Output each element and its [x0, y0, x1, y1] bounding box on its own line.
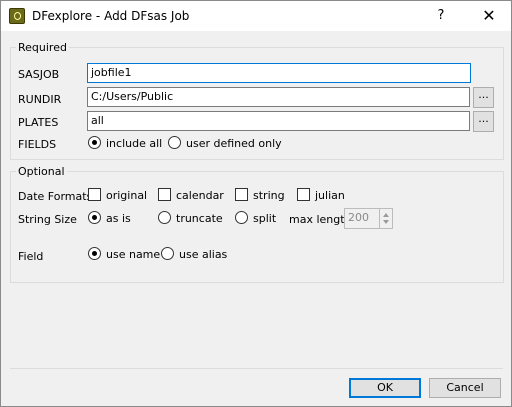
footer-separator: [10, 368, 503, 369]
cancel-button[interactable]: Cancel: [429, 378, 501, 398]
spin-down-icon[interactable]: [383, 220, 389, 224]
optional-group: [10, 171, 504, 283]
field-use-name-radio[interactable]: [88, 247, 101, 260]
date-original-label: original: [106, 189, 148, 202]
max-length-spinbox[interactable]: 200: [344, 208, 380, 229]
plates-browse-button[interactable]: ...: [473, 111, 494, 132]
date-original-checkbox[interactable]: [88, 188, 101, 201]
help-button[interactable]: ?: [429, 6, 453, 26]
fields-include-all-label: include all: [106, 137, 163, 150]
title-bar: DFexplore - Add DFsas Job ? ✕: [1, 1, 511, 31]
sasjob-label: SASJOB: [18, 68, 60, 81]
rundir-input[interactable]: C:/Users/Public: [87, 87, 470, 107]
field-label: Field: [18, 250, 44, 263]
date-calendar-label: calendar: [176, 189, 224, 202]
date-julian-checkbox[interactable]: [297, 188, 310, 201]
fields-user-defined-label: user defined only: [186, 137, 282, 150]
string-split-radio[interactable]: [235, 211, 248, 224]
optional-group-title: Optional: [16, 165, 67, 178]
rundir-label: RUNDIR: [18, 93, 62, 106]
close-icon[interactable]: ✕: [477, 6, 501, 26]
field-use-name-label: use name: [106, 248, 161, 261]
fields-label: FIELDS: [18, 138, 57, 151]
dialog-window: DFexplore - Add DFsas Job ? ✕ Required S…: [0, 0, 512, 407]
window-title: DFexplore - Add DFsas Job: [32, 9, 190, 23]
fields-user-defined-radio[interactable]: [168, 136, 181, 149]
spin-up-icon[interactable]: [383, 213, 389, 217]
string-truncate-radio[interactable]: [158, 211, 171, 224]
app-icon: [9, 8, 25, 24]
max-length-label: max length: [289, 213, 352, 226]
date-string-checkbox[interactable]: [235, 188, 248, 201]
date-string-label: string: [253, 189, 285, 202]
string-asis-radio[interactable]: [88, 211, 101, 224]
rundir-browse-button[interactable]: ...: [473, 87, 494, 108]
string-size-label: String Size: [18, 213, 77, 226]
max-length-spin-buttons[interactable]: [379, 208, 393, 229]
date-calendar-checkbox[interactable]: [158, 188, 171, 201]
field-use-alias-label: use alias: [179, 248, 228, 261]
plates-input[interactable]: all: [87, 111, 470, 131]
date-formats-label: Date Formats: [18, 190, 93, 203]
ok-button[interactable]: OK: [349, 378, 421, 398]
field-use-alias-radio[interactable]: [161, 247, 174, 260]
plates-label: PLATES: [18, 116, 59, 129]
string-asis-label: as is: [106, 212, 131, 225]
fields-include-all-radio[interactable]: [88, 136, 101, 149]
sasjob-input[interactable]: jobfile1: [87, 63, 471, 83]
date-julian-label: julian: [315, 189, 345, 202]
required-group-title: Required: [16, 41, 69, 54]
string-truncate-label: truncate: [176, 212, 223, 225]
string-split-label: split: [253, 212, 277, 225]
